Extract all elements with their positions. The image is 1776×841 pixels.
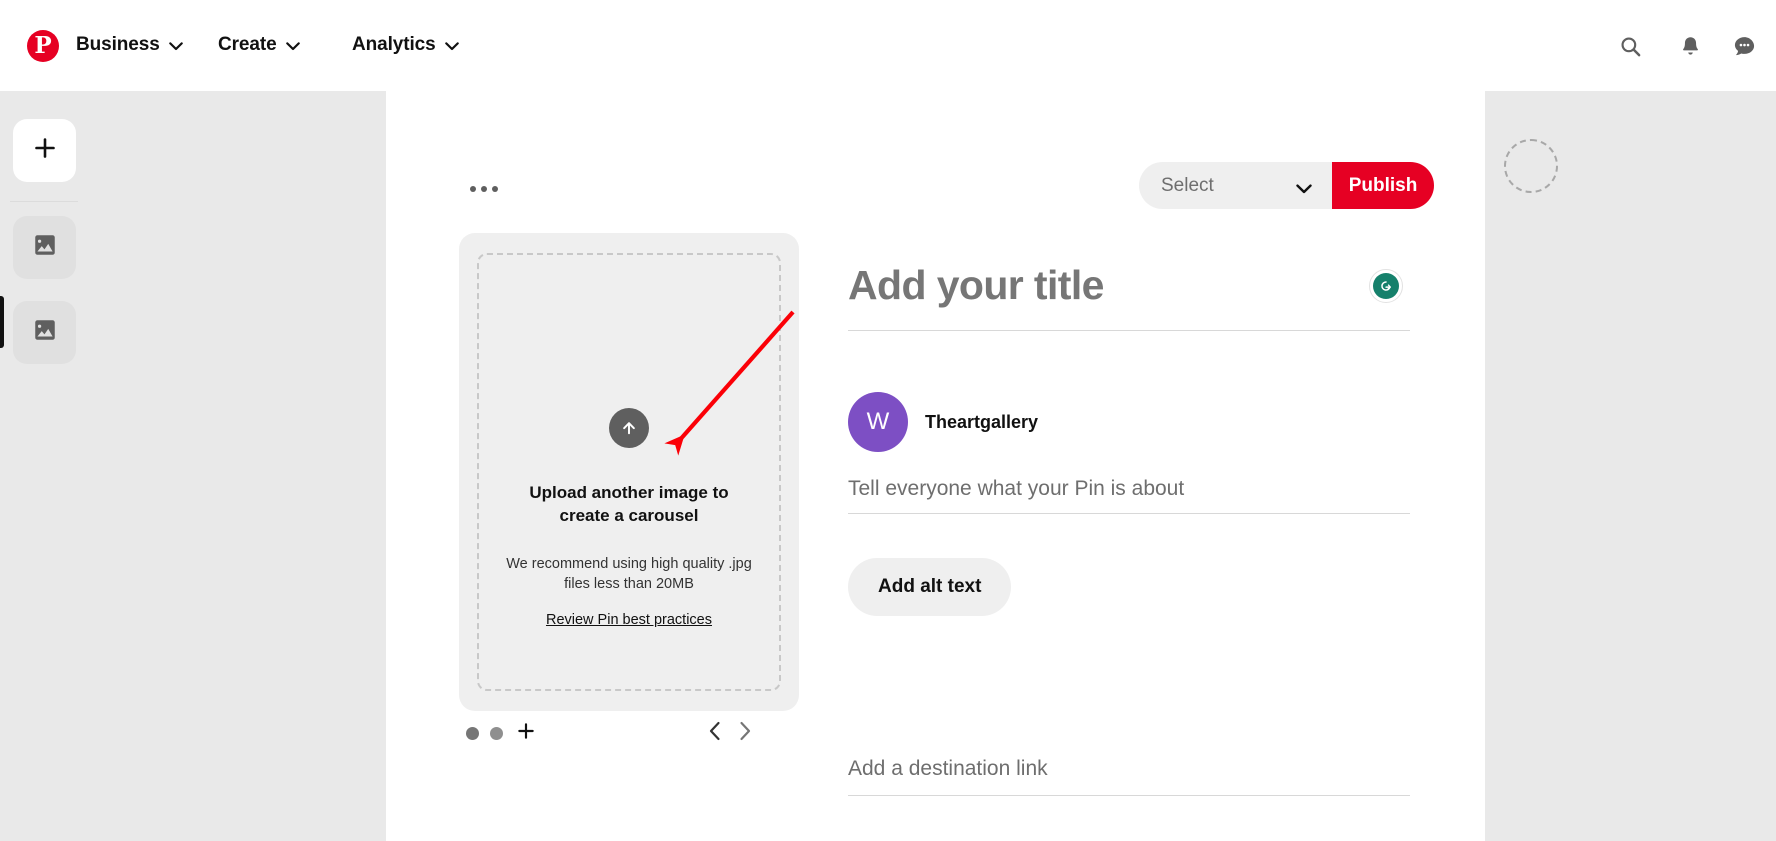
description-field-underline — [848, 513, 1410, 514]
nav-item-business[interactable]: Business — [66, 25, 193, 65]
carousel-dot-2[interactable] — [490, 727, 503, 740]
author-name: Theartgallery — [925, 412, 1038, 433]
image-icon — [32, 317, 58, 348]
plus-icon — [33, 136, 57, 165]
nav-item-business-label: Business — [76, 34, 160, 56]
right-canvas-area — [1485, 91, 1776, 841]
pinterest-logo-letter: P — [34, 34, 51, 57]
nav-item-create[interactable]: Create — [208, 25, 310, 65]
carousel-controls — [459, 715, 799, 753]
chevron-down-icon — [1296, 181, 1312, 191]
dropzone-content: Upload another image to create a carouse… — [459, 408, 799, 629]
image-icon — [32, 232, 58, 263]
sidebar-selection-indicator — [0, 296, 4, 348]
ellipsis-icon — [492, 186, 498, 192]
pin-title-row — [848, 262, 1410, 340]
destination-link-input[interactable] — [848, 757, 1410, 795]
plus-icon — [516, 721, 536, 746]
dashed-circle-placeholder-icon — [1504, 139, 1558, 193]
sidebar-item-image-1[interactable] — [13, 216, 76, 279]
search-icon[interactable] — [1608, 24, 1652, 68]
nav-item-analytics-label: Analytics — [352, 34, 436, 56]
chevron-right-icon — [738, 721, 752, 746]
pin-title-input[interactable] — [848, 262, 1348, 309]
pin-author-row[interactable]: W Theartgallery — [848, 392, 1038, 452]
add-pin-button[interactable] — [13, 119, 76, 182]
sidebar-divider — [10, 201, 78, 202]
review-pin-best-practices-link[interactable]: Review Pin best practices — [546, 612, 712, 628]
title-field-underline — [848, 330, 1410, 331]
chevron-down-icon — [169, 42, 183, 51]
pin-details-form: W Theartgallery Add alt text — [848, 262, 1410, 340]
board-select-dropdown[interactable]: Select — [1139, 162, 1332, 209]
publish-button[interactable]: Publish — [1332, 162, 1434, 209]
board-select-value: Select — [1161, 175, 1214, 197]
carousel-prev-button[interactable] — [700, 718, 730, 748]
chevron-down-icon — [286, 42, 300, 51]
pin-description-input[interactable] — [848, 477, 1410, 513]
publish-button-label: Publish — [1349, 175, 1418, 197]
avatar: W — [848, 392, 908, 452]
dropzone-subtitle: We recommend using high quality .jpg fil… — [495, 554, 763, 595]
bell-icon[interactable] — [1668, 24, 1712, 68]
grammarly-glyph — [1373, 273, 1399, 299]
messages-icon[interactable] — [1722, 24, 1766, 68]
carousel-upload-dropzone[interactable]: Upload another image to create a carouse… — [459, 233, 799, 711]
pin-description-row — [848, 477, 1410, 514]
carousel-add-slide-button[interactable] — [510, 717, 542, 749]
pin-link-row — [848, 757, 1410, 796]
link-field-underline — [848, 795, 1410, 796]
top-navigation-bar: P Business Create Analytics — [0, 0, 1776, 91]
nav-item-analytics[interactable]: Analytics — [342, 25, 469, 65]
upload-arrow-icon — [609, 408, 649, 448]
pinterest-logo-icon[interactable]: P — [27, 30, 59, 62]
chevron-down-icon — [445, 42, 459, 51]
ellipsis-icon — [481, 186, 487, 192]
add-alt-text-button[interactable]: Add alt text — [848, 558, 1011, 616]
carousel-dot-1[interactable] — [466, 727, 479, 740]
left-sidebar — [0, 91, 386, 841]
nav-item-create-label: Create — [218, 34, 277, 56]
chevron-left-icon — [708, 721, 722, 746]
dropzone-title: Upload another image to create a carouse… — [514, 482, 744, 528]
ellipsis-icon — [470, 186, 476, 192]
grammarly-icon[interactable] — [1369, 269, 1403, 303]
carousel-next-button[interactable] — [730, 718, 760, 748]
sidebar-item-image-2[interactable] — [13, 301, 76, 364]
card-overflow-menu-button[interactable] — [462, 172, 506, 206]
